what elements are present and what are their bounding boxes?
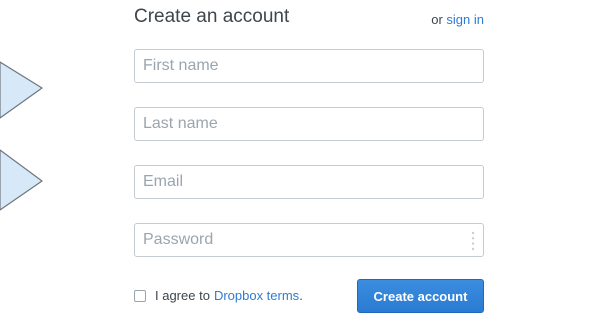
dropbox-logo-partial-icon <box>0 61 43 211</box>
email-input[interactable] <box>134 165 484 199</box>
last-name-input[interactable] <box>134 107 484 141</box>
password-dots-icon[interactable] <box>471 231 475 251</box>
terms-checkbox[interactable] <box>134 289 146 302</box>
sign-in-link[interactable]: sign in <box>446 12 484 27</box>
first-name-input[interactable] <box>134 49 484 83</box>
dropbox-terms-link[interactable]: Dropbox terms <box>214 288 299 303</box>
or-label: or <box>431 12 443 27</box>
page-title: Create an account <box>134 6 290 27</box>
password-input[interactable] <box>134 223 484 257</box>
signin-prompt: or sign in <box>431 12 484 27</box>
agree-label: I agree to <box>155 288 210 303</box>
terms-agreement: I agree to Dropbox terms. <box>134 288 303 303</box>
terms-period: . <box>299 288 303 303</box>
create-account-button[interactable]: Create account <box>357 279 484 313</box>
